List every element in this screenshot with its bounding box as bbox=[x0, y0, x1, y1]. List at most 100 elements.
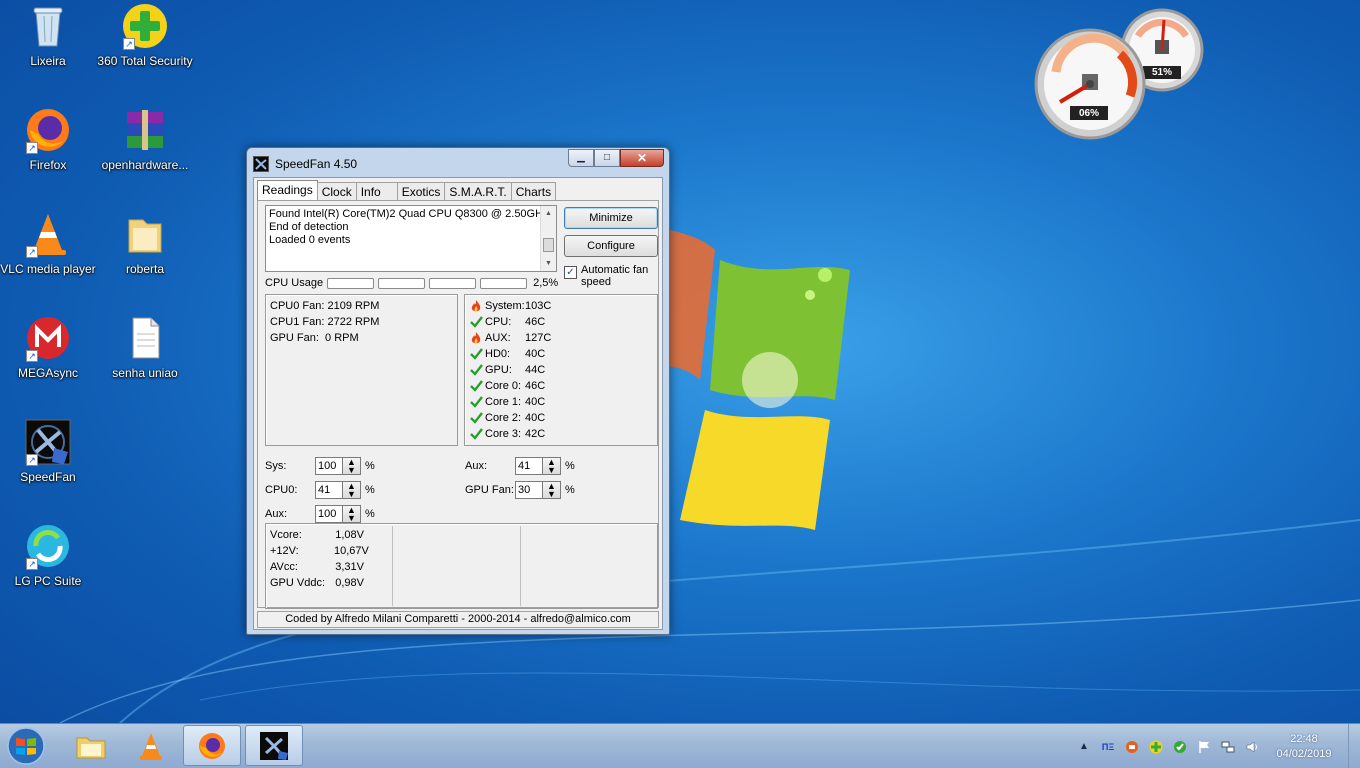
360-security-tray-icon[interactable] bbox=[1148, 739, 1164, 755]
desktop-icon-vlc[interactable]: ↗ VLC media player bbox=[0, 210, 96, 276]
desktop-icon-label: LG PC Suite bbox=[14, 574, 82, 588]
temp-value: 46C bbox=[525, 316, 546, 328]
scroll-up-icon[interactable]: ▲ bbox=[541, 206, 556, 221]
desktop-icon-recycle-bin[interactable]: Lixeira bbox=[0, 2, 96, 68]
gadget-dials bbox=[1034, 8, 1204, 140]
aux2-speed-input[interactable]: 41 bbox=[515, 457, 543, 475]
fan-speeds-box: CPU0 Fan: 2109 RPM CPU1 Fan: 2722 RPM GP… bbox=[265, 294, 458, 446]
taskbar-firefox-button[interactable] bbox=[183, 725, 241, 766]
shortcut-arrow-icon: ↗ bbox=[26, 350, 38, 362]
close-window-button[interactable]: ✕ bbox=[620, 149, 664, 167]
column-divider bbox=[392, 526, 393, 606]
cpu-meter-gadget[interactable]: 06% 51% bbox=[1030, 6, 1210, 146]
event-log[interactable]: Found Intel(R) Core(TM)2 Quad CPU Q8300 … bbox=[265, 205, 557, 272]
aux1-speed-input[interactable]: 100 bbox=[315, 505, 343, 523]
cpu0-speed-spinner-icon[interactable]: ▲ ▼ bbox=[343, 481, 361, 499]
language-badge[interactable]: ΠΞ bbox=[1100, 739, 1116, 755]
taskbar-vlc-button[interactable] bbox=[122, 725, 180, 766]
minimize-window-button[interactable]: ▁ bbox=[568, 149, 594, 167]
log-scrollbar[interactable]: ▲ ▼ bbox=[540, 206, 556, 271]
cpu-usage-label: CPU Usage bbox=[265, 277, 324, 289]
cpu-usage-value: 2,5% bbox=[533, 277, 559, 289]
configure-button[interactable]: Configure bbox=[564, 235, 658, 257]
desktop-icon-firefox[interactable]: ↗ Firefox bbox=[0, 106, 96, 172]
temp-label: Core 2: bbox=[485, 412, 522, 424]
360-security-icon: ↗ bbox=[121, 2, 169, 50]
volume-icon[interactable] bbox=[1244, 739, 1260, 755]
scroll-thumb[interactable] bbox=[543, 238, 554, 252]
aux2-speed-label: Aux: bbox=[465, 460, 488, 472]
automatic-fan-speed-checkbox[interactable]: ✓ bbox=[564, 266, 577, 279]
tab-clock[interactable]: Clock bbox=[316, 182, 357, 201]
desktop-icon-megasync[interactable]: ↗ MEGAsync bbox=[0, 314, 96, 380]
temp-status-icon bbox=[469, 331, 483, 345]
tab-charts[interactable]: Charts bbox=[510, 182, 557, 201]
column-divider bbox=[520, 526, 521, 606]
temp-row: System: 103C bbox=[469, 298, 653, 314]
taskbar-clock[interactable]: 22:48 04/02/2019 bbox=[1264, 732, 1344, 762]
desktop-icon-label: VLC media player bbox=[0, 262, 96, 276]
cpu0-speed-control: CPU0: 41 ▲ ▼ % bbox=[265, 481, 375, 499]
gpu-fan-speed-spinner-icon[interactable]: ▲ ▼ bbox=[543, 481, 561, 499]
taskbar-speedfan-button[interactable] bbox=[245, 725, 303, 766]
sys-speed-input[interactable]: 100 bbox=[315, 457, 343, 475]
temperatures-box: System: 103C CPU: 46C AUX: 127C HD0: 40C GPU… bbox=[464, 294, 658, 446]
speedfan-tray-icon[interactable] bbox=[1172, 739, 1188, 755]
show-hidden-icons-icon[interactable]: ▲ bbox=[1076, 739, 1092, 755]
desktop-icon-label: MEGAsync bbox=[17, 366, 78, 380]
action-center-flag-icon[interactable] bbox=[1196, 739, 1212, 755]
desktop-icon-lg-pc-suite[interactable]: ↗ LG PC Suite bbox=[0, 522, 96, 588]
desktop-icon-openhardware[interactable]: openhardware... bbox=[97, 106, 193, 172]
voltage-label: +12V: bbox=[270, 545, 299, 557]
cpu-usage-bar bbox=[480, 277, 528, 289]
tab-exotics[interactable]: Exotics bbox=[396, 182, 446, 201]
gpu-fan-speed-input[interactable]: 30 bbox=[515, 481, 543, 499]
temp-row: Core 2: 40C bbox=[469, 410, 653, 426]
desktop-icon-senha-uniao[interactable]: senha uniao bbox=[97, 314, 193, 380]
desktop-icon-360-total-security[interactable]: ↗ 360 Total Security bbox=[97, 2, 193, 68]
shortcut-arrow-icon: ↗ bbox=[26, 558, 38, 570]
aux2-speed-spinner-icon[interactable]: ▲ ▼ bbox=[543, 457, 561, 475]
window-title: SpeedFan 4.50 bbox=[275, 157, 358, 171]
desktop-icon-label: Firefox bbox=[29, 158, 67, 172]
temp-label: Core 0: bbox=[485, 380, 522, 392]
desktop-icon-speedfan[interactable]: ↗ SpeedFan bbox=[0, 418, 96, 484]
aux2-speed-control: Aux: 41 ▲ ▼ % bbox=[465, 457, 575, 475]
tab-info[interactable]: Info bbox=[355, 182, 398, 201]
start-button[interactable] bbox=[4, 726, 50, 766]
temp-value: 40C bbox=[525, 412, 546, 424]
desktop-icon-label: 360 Total Security bbox=[97, 54, 193, 68]
temp-label: Core 3: bbox=[485, 428, 522, 440]
aux1-speed-spinner-icon[interactable]: ▲ ▼ bbox=[343, 505, 361, 523]
desktop-icon-roberta[interactable]: roberta bbox=[97, 210, 193, 276]
window-client-area: Readings Clock Info Exotics S.M.A.R.T. C… bbox=[253, 177, 663, 630]
temp-label: Core 1: bbox=[485, 396, 522, 408]
taskbar-explorer-button[interactable] bbox=[62, 725, 120, 766]
percent-unit: % bbox=[365, 508, 375, 520]
temp-row: CPU: 46C bbox=[469, 314, 653, 330]
aux1-speed-control: Aux: 100 ▲ ▼ % bbox=[265, 505, 375, 523]
percent-unit: % bbox=[565, 460, 575, 472]
temp-label: CPU: bbox=[485, 316, 512, 328]
scroll-down-icon[interactable]: ▼ bbox=[541, 256, 556, 271]
temp-status-icon bbox=[469, 411, 483, 425]
window-titlebar[interactable]: SpeedFan 4.50 bbox=[253, 153, 357, 175]
cpu0-speed-input[interactable]: 41 bbox=[315, 481, 343, 499]
maximize-window-button[interactable]: □ bbox=[594, 149, 620, 167]
temp-label: AUX: bbox=[485, 332, 511, 344]
automatic-fan-speed-option[interactable]: ✓ Automatic fan speed bbox=[564, 264, 660, 288]
temp-row: GPU: 44C bbox=[469, 362, 653, 378]
voltages-box: Vcore: 1,08V +12V: 10,67V AVcc: 3,31V GPU V… bbox=[265, 523, 658, 609]
voltage-row: +12V: 10,67V bbox=[270, 543, 369, 559]
speedfan-window[interactable]: SpeedFan 4.50 ▁ □ ✕ Readings Clock Info … bbox=[246, 147, 670, 635]
network-icon[interactable] bbox=[1220, 739, 1236, 755]
show-desktop-button[interactable] bbox=[1348, 724, 1360, 768]
speedfan-icon bbox=[260, 731, 288, 760]
gpu-fan-speed-control: GPU Fan: 30 ▲ ▼ % bbox=[465, 481, 575, 499]
sys-speed-control: Sys: 100 ▲ ▼ % bbox=[265, 457, 375, 475]
tab-readings[interactable]: Readings bbox=[257, 180, 318, 201]
power-tray-icon[interactable] bbox=[1124, 739, 1140, 755]
sys-speed-spinner-icon[interactable]: ▲ ▼ bbox=[343, 457, 361, 475]
tab-smart[interactable]: S.M.A.R.T. bbox=[444, 182, 512, 201]
minimize-button[interactable]: Minimize bbox=[564, 207, 658, 229]
